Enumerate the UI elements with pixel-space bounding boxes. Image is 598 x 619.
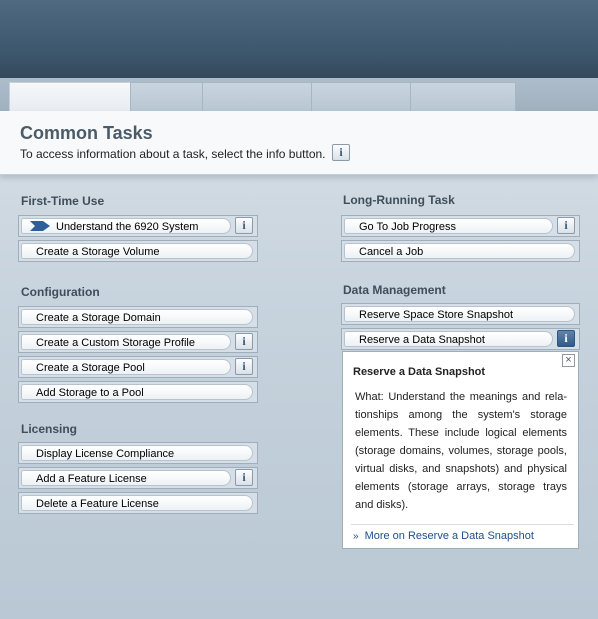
more-info-link-label: More on Reserve a Data Snapshot [364,530,534,542]
display-license-compliance-button[interactable]: Display License Compliance [21,445,253,461]
section-heading-licensing: Licensing [21,422,78,436]
task-label: Create a Storage Domain [36,312,161,324]
task-row: Reserve Space Store Snapshot [341,303,580,325]
task-label: Display License Compliance [36,448,175,460]
add-storage-to-pool-button[interactable]: Add Storage to a Pool [21,384,253,400]
task-label: Delete a Feature License [36,498,159,510]
info-button[interactable]: i [235,469,253,486]
divider [351,524,574,525]
cancel-job-button[interactable]: Cancel a Job [344,243,575,259]
task-label: Go To Job Progress [359,221,457,233]
task-label: Reserve Space Store Snapshot [359,309,514,321]
understand-system-button[interactable]: Understand the 6920 System [21,218,231,234]
task-label: Cancel a Job [359,246,424,258]
create-storage-domain-button[interactable]: Create a Storage Domain [21,309,253,325]
info-panel-description: What: Understand the meanings and rela-t… [355,391,567,511]
go-to-job-progress-button[interactable]: Go To Job Progress [344,218,553,234]
section-heading-first-time-use: First-Time Use [21,194,105,208]
close-icon[interactable]: × [562,354,575,367]
add-feature-license-button[interactable]: Add a Feature License [21,470,231,486]
double-chevron-right-icon: » [353,531,359,542]
task-row: Delete a Feature License [18,492,258,514]
task-row: Cancel a Job [341,240,580,262]
create-storage-pool-button[interactable]: Create a Storage Pool [21,359,231,375]
task-row: Create a Storage Domain [18,306,258,328]
task-row: Add a Feature License i [18,467,258,489]
section-heading-long-running-task: Long-Running Task [343,193,455,207]
task-row: Display License Compliance [18,442,258,464]
task-label: Understand the 6920 System [56,221,199,233]
task-label: Add a Feature License [36,473,147,485]
create-storage-volume-button[interactable]: Create a Storage Volume [21,243,253,259]
task-label: Create a Custom Storage Profile [36,337,195,349]
task-row: Create a Custom Storage Profile i [18,331,258,353]
tab-bar [0,78,598,112]
section-heading-data-management: Data Management [343,283,446,297]
task-row: Go To Job Progress i [341,215,580,237]
tab-3[interactable] [202,82,312,112]
masthead-banner [0,0,598,78]
arrow-right-icon [30,221,50,232]
page-title-bar: Common Tasks To access information about… [0,111,598,175]
create-custom-storage-profile-button[interactable]: Create a Custom Storage Profile [21,334,231,350]
page-help-text: To access information about a task, sele… [20,147,326,161]
info-button[interactable]: i [235,217,253,234]
task-row: Create a Storage Pool i [18,356,258,378]
task-label: Add Storage to a Pool [36,387,144,399]
task-label: Create a Storage Pool [36,362,145,374]
info-icon: i [332,144,350,161]
info-panel: × Reserve a Data Snapshot What: Understa… [342,351,579,549]
page-title: Common Tasks [20,123,153,143]
task-row: Understand the 6920 System i [18,215,258,237]
info-button-selected[interactable]: i [557,330,575,347]
info-button[interactable]: i [235,358,253,375]
info-button[interactable]: i [235,333,253,350]
delete-feature-license-button[interactable]: Delete a Feature License [21,495,253,511]
section-heading-configuration: Configuration [21,285,100,299]
task-row: Reserve a Data Snapshot i [341,328,580,350]
tab-5[interactable] [410,82,516,112]
tab-2[interactable] [130,82,203,112]
info-panel-title: Reserve a Data Snapshot [353,366,486,378]
tab-1[interactable] [9,82,131,112]
task-row: Create a Storage Volume [18,240,258,262]
tab-4[interactable] [311,82,411,112]
reserve-data-snapshot-button[interactable]: Reserve a Data Snapshot [344,331,553,347]
task-label: Reserve a Data Snapshot [359,334,485,346]
more-info-link[interactable]: » More on Reserve a Data Snapshot [353,530,534,542]
task-row: Add Storage to a Pool [18,381,258,403]
task-label: Create a Storage Volume [36,246,160,258]
reserve-space-store-snapshot-button[interactable]: Reserve Space Store Snapshot [344,306,575,322]
info-button[interactable]: i [557,217,575,234]
